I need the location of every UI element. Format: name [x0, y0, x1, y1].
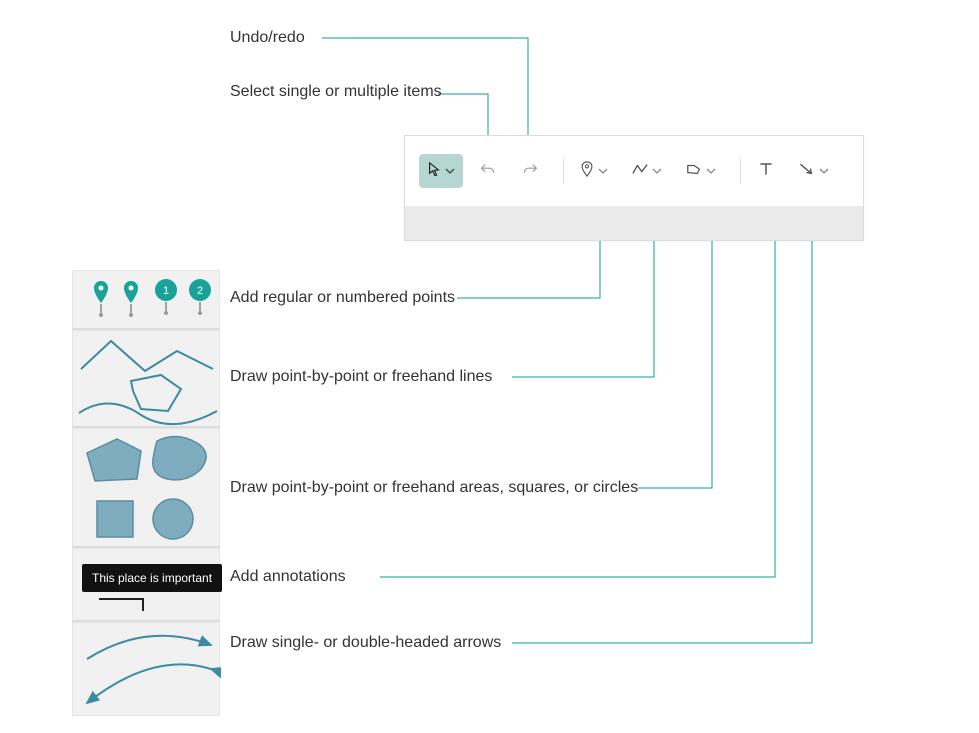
label-points: Add regular or numbered points — [230, 289, 455, 307]
chevron-down-icon — [598, 166, 608, 176]
toolbar — [404, 135, 864, 241]
undo-button[interactable] — [471, 154, 505, 188]
undo-icon — [480, 162, 496, 181]
badge-number-2: 2 — [197, 285, 203, 297]
label-arrows: Draw single- or double-headed arrows — [230, 634, 501, 652]
example-card-lines — [72, 330, 220, 428]
annotation-tooltip: This place is important — [82, 564, 222, 592]
select-button[interactable] — [419, 154, 463, 188]
label-annotations: Add annotations — [230, 568, 346, 586]
toolbar-separator — [740, 158, 741, 184]
toolbar-row — [405, 136, 863, 206]
shape-button[interactable] — [678, 154, 724, 188]
line-button[interactable] — [624, 154, 670, 188]
arrow-icon — [799, 162, 815, 181]
point-button[interactable] — [572, 154, 616, 188]
arrow-button[interactable] — [791, 154, 837, 188]
chevron-down-icon — [445, 166, 455, 176]
badge-number-1: 1 — [163, 285, 169, 297]
example-card-points: 1 2 — [72, 270, 220, 330]
label-areas: Draw point-by-point or freehand areas, s… — [230, 479, 638, 497]
toolbar-separator — [563, 158, 564, 184]
label-select: Select single or multiple items — [230, 83, 442, 101]
redo-button[interactable] — [513, 154, 547, 188]
example-card-arrows — [72, 622, 220, 716]
chevron-down-icon — [706, 166, 716, 176]
chevron-down-icon — [652, 166, 662, 176]
polyline-icon — [632, 162, 648, 181]
redo-icon — [522, 162, 538, 181]
example-card-areas — [72, 428, 220, 548]
label-lines: Draw point-by-point or freehand lines — [230, 368, 492, 386]
toolbar-footer — [405, 206, 863, 240]
text-icon — [759, 162, 773, 181]
polygon-icon — [686, 162, 702, 181]
chevron-down-icon — [819, 166, 829, 176]
label-undo-redo: Undo/redo — [230, 29, 305, 47]
text-button[interactable] — [749, 154, 783, 188]
cursor-icon — [427, 162, 441, 181]
pin-icon — [580, 161, 594, 182]
